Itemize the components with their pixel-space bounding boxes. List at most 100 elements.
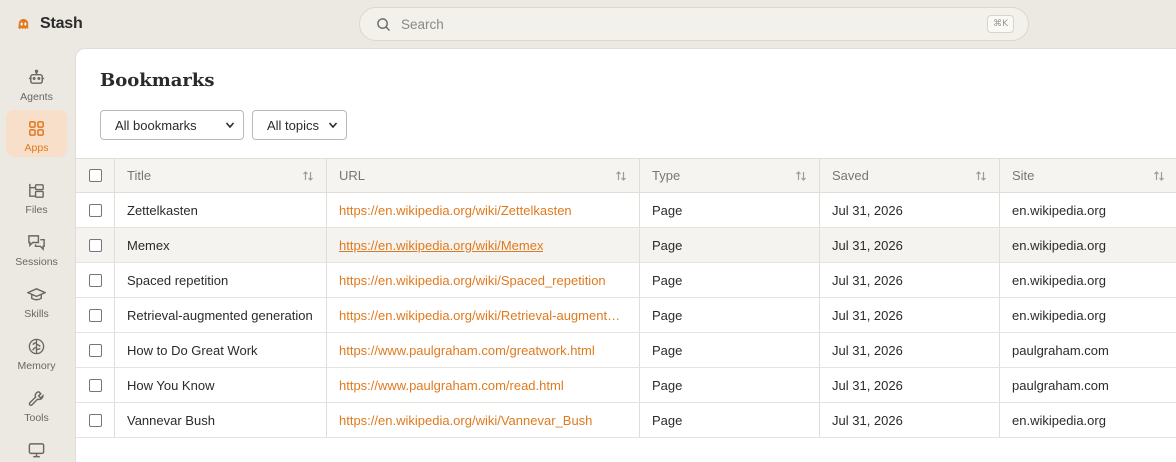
bookmark-url-link[interactable]: https://www.paulgraham.com/greatwork.htm… bbox=[339, 343, 595, 358]
grid-icon bbox=[29, 121, 44, 136]
column-header-saved[interactable]: Saved bbox=[819, 159, 999, 192]
row-checkbox[interactable] bbox=[89, 308, 102, 322]
row-select-cell bbox=[76, 228, 114, 262]
bookmark-type: Page bbox=[652, 272, 683, 288]
bookmark-saved-date: Jul 31, 2026 bbox=[832, 237, 903, 253]
title-cell: Spaced repetition bbox=[114, 263, 326, 297]
row-checkbox[interactable] bbox=[89, 203, 102, 217]
bookmarks-filter-value: All bookmarks bbox=[115, 117, 197, 133]
title-cell: Memex bbox=[114, 228, 326, 262]
row-checkbox[interactable] bbox=[89, 343, 102, 357]
type-cell: Page bbox=[639, 333, 819, 367]
saved-cell: Jul 31, 2026 bbox=[819, 298, 999, 332]
site-cell: paulgraham.com bbox=[999, 333, 1176, 367]
page-title: Bookmarks bbox=[100, 70, 215, 91]
table-row[interactable]: How to Do Great Work https://www.paulgra… bbox=[76, 333, 1176, 368]
sidebar-item-files[interactable]: Files bbox=[6, 172, 67, 219]
url-cell: https://en.wikipedia.org/wiki/Memex bbox=[326, 228, 639, 262]
search-input[interactable] bbox=[401, 16, 988, 32]
table-row[interactable]: Memex https://en.wikipedia.org/wiki/Meme… bbox=[76, 228, 1176, 263]
column-header-label: URL bbox=[339, 168, 366, 183]
table-row[interactable]: Vannevar Bush https://en.wikipedia.org/w… bbox=[76, 403, 1176, 438]
bookmark-site: en.wikipedia.org bbox=[1012, 202, 1106, 218]
sidebar-item-label: Sessions bbox=[15, 256, 58, 268]
chevron-down-icon bbox=[225, 122, 235, 129]
bookmark-title: How You Know bbox=[127, 377, 215, 393]
bookmark-site: en.wikipedia.org bbox=[1012, 272, 1106, 288]
type-cell: Page bbox=[639, 263, 819, 297]
monitor-icon bbox=[28, 443, 45, 458]
row-checkbox[interactable] bbox=[89, 378, 102, 392]
column-header-site[interactable]: Site bbox=[999, 159, 1176, 192]
sidebar-item-label: Memory bbox=[17, 360, 56, 372]
column-header-url[interactable]: URL bbox=[326, 159, 639, 192]
column-header-label: Site bbox=[1012, 168, 1035, 183]
type-cell: Page bbox=[639, 403, 819, 437]
bookmark-type: Page bbox=[652, 412, 683, 428]
bookmark-site: en.wikipedia.org bbox=[1012, 307, 1106, 323]
sidebar-item-apps[interactable]: Apps bbox=[6, 110, 67, 157]
bookmark-url-link[interactable]: https://www.paulgraham.com/read.html bbox=[339, 378, 564, 393]
type-cell: Page bbox=[639, 298, 819, 332]
table-row[interactable]: How You Know https://www.paulgraham.com/… bbox=[76, 368, 1176, 403]
title-cell: Retrieval-augmented generation bbox=[114, 298, 326, 332]
sort-icon[interactable] bbox=[795, 170, 807, 182]
bookmark-site: paulgraham.com bbox=[1012, 377, 1109, 393]
bookmarks-filter-select[interactable]: All bookmarks bbox=[100, 110, 244, 140]
bookmark-url-link[interactable]: https://en.wikipedia.org/wiki/Spaced_rep… bbox=[339, 273, 606, 288]
bookmark-url-link[interactable]: https://en.wikipedia.org/wiki/Zettelkast… bbox=[339, 203, 572, 218]
column-header-type[interactable]: Type bbox=[639, 159, 819, 192]
sidebar-item-tools[interactable]: Tools bbox=[6, 380, 67, 427]
sort-icon[interactable] bbox=[302, 170, 314, 182]
url-cell: https://en.wikipedia.org/wiki/Vannevar_B… bbox=[326, 403, 639, 437]
chat-icon bbox=[28, 235, 45, 251]
bookmark-title: Retrieval-augmented generation bbox=[127, 307, 313, 323]
topics-filter-value: All topics bbox=[267, 117, 320, 133]
saved-cell: Jul 31, 2026 bbox=[819, 228, 999, 262]
bookmark-type: Page bbox=[652, 342, 683, 358]
table-row[interactable]: Spaced repetition https://en.wikipedia.o… bbox=[76, 263, 1176, 298]
site-cell: en.wikipedia.org bbox=[999, 298, 1176, 332]
bookmark-title: Spaced repetition bbox=[127, 272, 229, 288]
brand[interactable]: Stash bbox=[16, 13, 83, 35]
sidebar-item-skills[interactable]: Skills bbox=[6, 276, 67, 323]
table-row[interactable]: Retrieval-augmented generation https://e… bbox=[76, 298, 1176, 333]
bookmark-url-link[interactable]: https://en.wikipedia.org/wiki/Retrieval-… bbox=[339, 308, 627, 323]
bookmark-url-link[interactable]: https://en.wikipedia.org/wiki/Memex bbox=[339, 238, 543, 253]
sidebar-item-label: Skills bbox=[24, 308, 49, 320]
sort-icon[interactable] bbox=[615, 170, 627, 182]
saved-cell: Jul 31, 2026 bbox=[819, 263, 999, 297]
sort-icon[interactable] bbox=[1153, 170, 1165, 182]
bookmark-title: How to Do Great Work bbox=[127, 342, 258, 358]
bookmark-saved-date: Jul 31, 2026 bbox=[832, 272, 903, 288]
bookmark-url-link[interactable]: https://en.wikipedia.org/wiki/Vannevar_B… bbox=[339, 413, 592, 428]
row-select-cell bbox=[76, 333, 114, 367]
chevron-down-icon bbox=[328, 122, 338, 129]
row-checkbox[interactable] bbox=[89, 238, 102, 252]
brain-icon bbox=[28, 338, 45, 355]
row-checkbox[interactable] bbox=[89, 273, 102, 287]
topics-filter-select[interactable]: All topics bbox=[252, 110, 347, 140]
bookmark-saved-date: Jul 31, 2026 bbox=[832, 307, 903, 323]
select-all-checkbox[interactable] bbox=[89, 169, 102, 182]
bookmark-type: Page bbox=[652, 202, 683, 218]
type-cell: Page bbox=[639, 193, 819, 227]
column-header-title[interactable]: Title bbox=[114, 159, 326, 192]
row-checkbox[interactable] bbox=[89, 413, 102, 427]
search-bar[interactable]: ⌘K bbox=[359, 7, 1029, 41]
url-cell: https://www.paulgraham.com/greatwork.htm… bbox=[326, 333, 639, 367]
sidebar-item-monitor[interactable] bbox=[6, 432, 67, 462]
type-cell: Page bbox=[639, 368, 819, 402]
column-header-label: Saved bbox=[832, 168, 869, 183]
bookmark-type: Page bbox=[652, 377, 683, 393]
sidebar-item-label: Files bbox=[25, 204, 48, 216]
sidebar-item-memory[interactable]: Memory bbox=[6, 328, 67, 375]
row-select-cell bbox=[76, 403, 114, 437]
title-cell: Vannevar Bush bbox=[114, 403, 326, 437]
table-row[interactable]: Zettelkasten https://en.wikipedia.org/wi… bbox=[76, 193, 1176, 228]
sidebar-item-agents[interactable]: Agents bbox=[6, 59, 67, 106]
row-select-cell bbox=[76, 263, 114, 297]
sort-icon[interactable] bbox=[975, 170, 987, 182]
sidebar-item-sessions[interactable]: Sessions bbox=[6, 224, 67, 271]
stash-logo-icon bbox=[18, 18, 29, 29]
